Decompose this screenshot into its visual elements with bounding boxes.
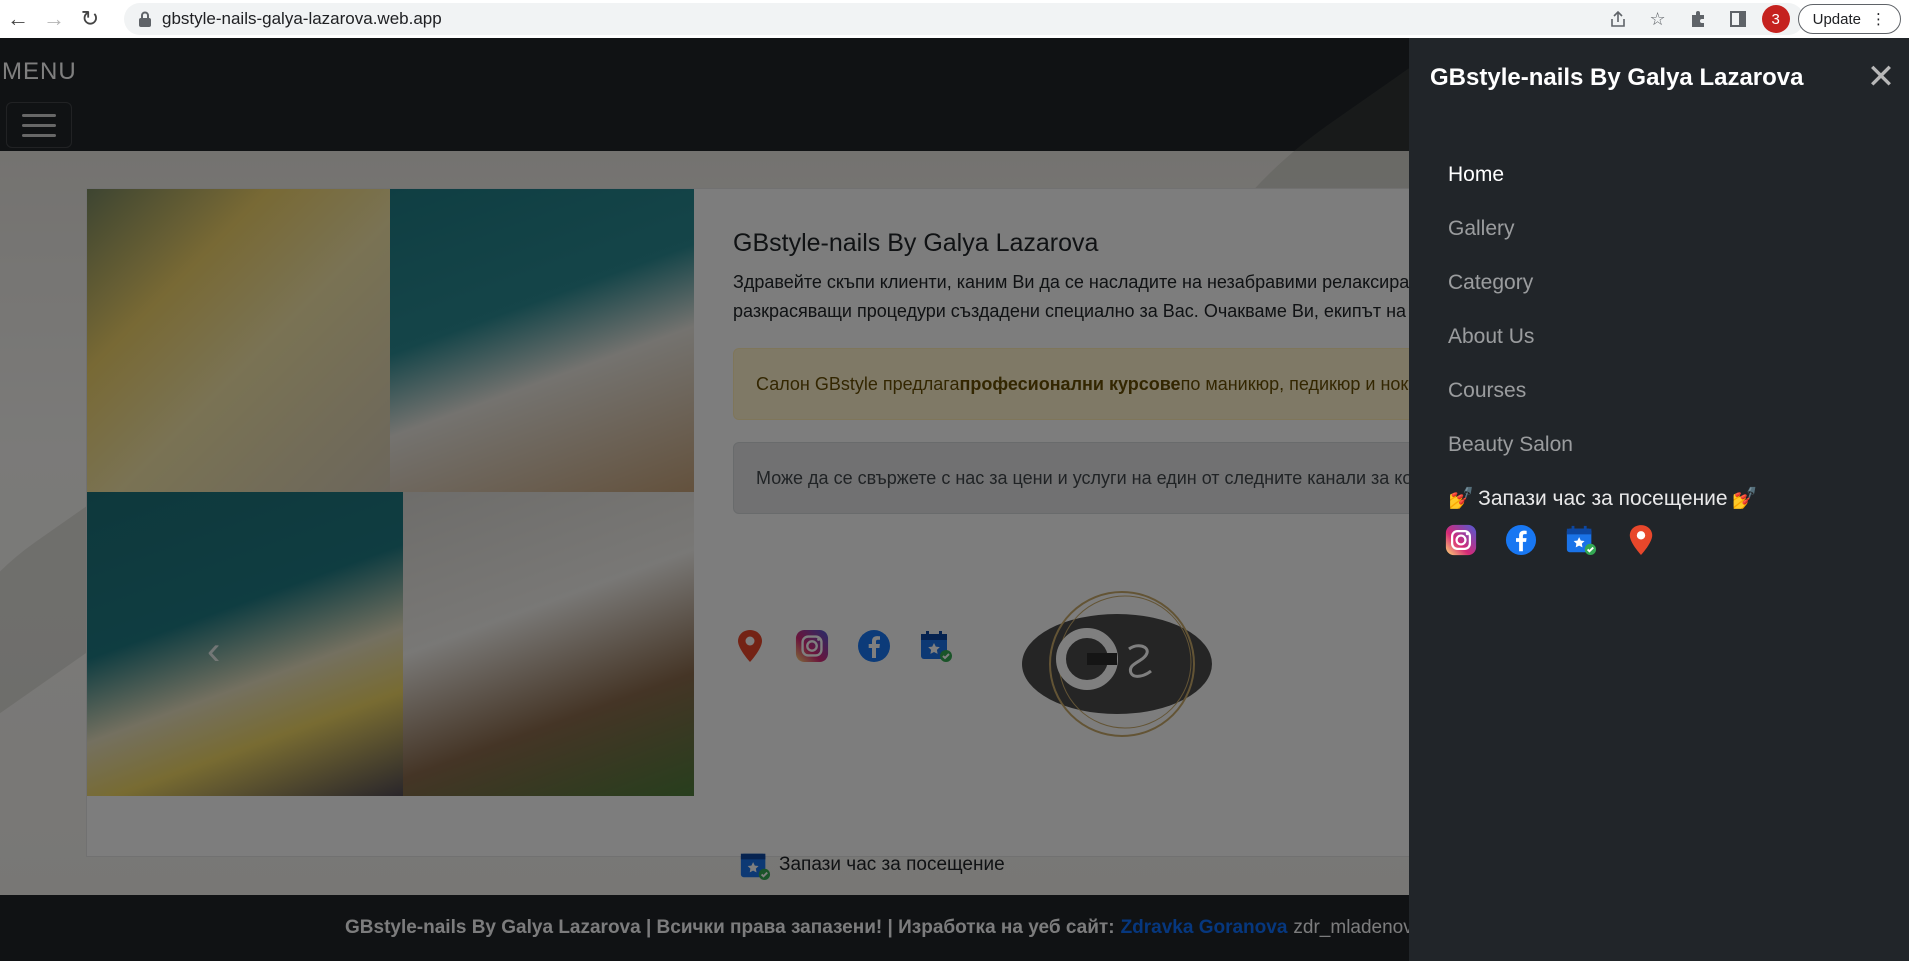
back-icon[interactable]: ← — [0, 4, 36, 34]
update-button[interactable]: Update ⋮ — [1797, 4, 1901, 34]
nav-item-category[interactable]: Category — [1448, 256, 1758, 310]
map-pin-icon[interactable] — [1624, 523, 1658, 557]
offcanvas-social-icons — [1444, 523, 1658, 557]
offcanvas-title: GBstyle-nails By Galya Lazarova — [1430, 64, 1804, 91]
reload-icon[interactable]: ↻ — [72, 4, 108, 34]
bookmark-star-icon[interactable]: ☆ — [1642, 4, 1674, 34]
nav-item-booking[interactable]: 💅 Запази час за посещение 💅 — [1448, 472, 1758, 526]
nav-booking-label: Запази час за посещение — [1478, 487, 1728, 510]
nav-item-beauty-salon[interactable]: Beauty Salon — [1448, 418, 1758, 472]
offcanvas-nav: Home Gallery Category About Us Courses B… — [1448, 148, 1758, 526]
nail-polish-icon: 💅 — [1731, 487, 1758, 510]
offcanvas-menu: GBstyle-nails By Galya Lazarova ✕ Home G… — [1409, 38, 1909, 961]
url-text: gbstyle-nails-galya-lazarova.web.app — [162, 9, 442, 28]
forward-icon[interactable]: → — [36, 4, 72, 34]
update-label: Update — [1812, 10, 1861, 28]
facebook-icon[interactable] — [1504, 523, 1538, 557]
instagram-icon[interactable] — [1444, 523, 1478, 557]
nail-polish-icon: 💅 — [1448, 487, 1475, 510]
close-icon[interactable]: ✕ — [1865, 60, 1897, 94]
address-bar[interactable]: gbstyle-nails-galya-lazarova.web.app — [124, 3, 1804, 35]
profile-avatar[interactable]: 3 — [1761, 5, 1790, 33]
extensions-icon[interactable] — [1682, 4, 1714, 34]
share-icon[interactable] — [1602, 4, 1634, 34]
browser-toolbar: ← → ↻ gbstyle-nails-galya-lazarova.web.a… — [0, 0, 1909, 38]
lock-icon — [139, 11, 151, 27]
calendar-booking-icon[interactable] — [1564, 523, 1598, 557]
nav-item-about-us[interactable]: About Us — [1448, 310, 1758, 364]
nav-item-gallery[interactable]: Gallery — [1448, 202, 1758, 256]
nav-item-courses[interactable]: Courses — [1448, 364, 1758, 418]
side-panel-icon[interactable] — [1722, 4, 1754, 34]
nav-item-home[interactable]: Home — [1448, 148, 1758, 202]
kebab-menu-icon: ⋮ — [1871, 11, 1886, 28]
